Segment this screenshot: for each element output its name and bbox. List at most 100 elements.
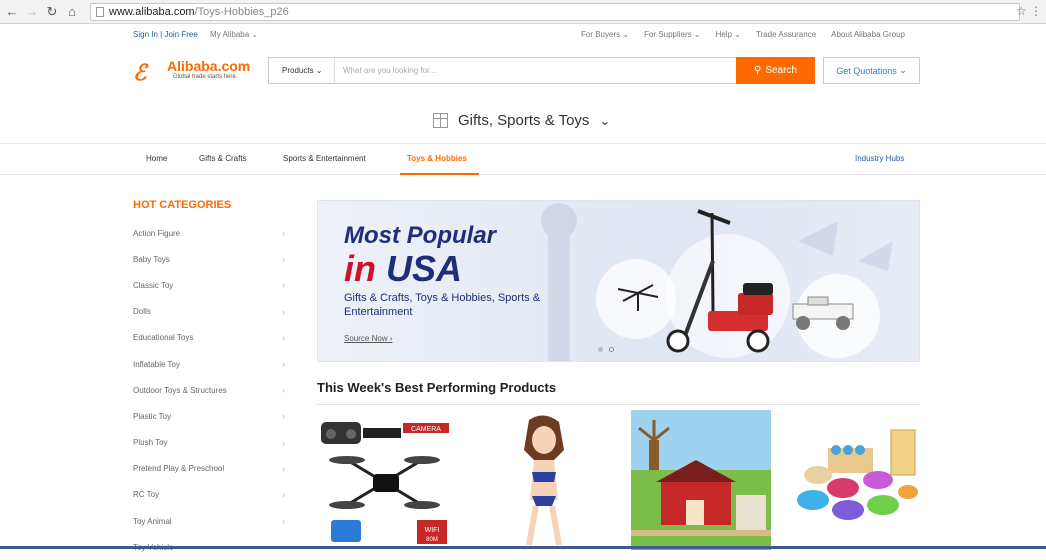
hot-category-item[interactable]: Action Figure › xyxy=(133,220,285,246)
bookmark-star-icon[interactable]: ☆ ⋮ xyxy=(1016,4,1042,18)
url-path: /Toys-Hobbies_p26 xyxy=(194,6,289,18)
address-bar[interactable]: www.alibaba.com/Toys-Hobbies_p26 xyxy=(90,3,1020,21)
nav-home[interactable]: Home xyxy=(146,154,167,163)
banner-subtitle: Gifts & Crafts, Toys & Hobbies, Sports &… xyxy=(344,292,541,318)
active-tab-underline xyxy=(400,173,479,175)
about-link[interactable]: About Alibaba Group xyxy=(831,30,905,39)
hot-category-label: Toy Animal xyxy=(133,516,172,526)
hot-category-label: Classic Toy xyxy=(133,280,174,290)
hot-category-label: RC Toy xyxy=(133,490,160,500)
hot-category-item[interactable]: Plush Toy › xyxy=(133,430,285,456)
alibaba-logo[interactable]: ℰ Alibaba.com Global trade starts here. xyxy=(133,57,263,85)
drone-image: CAMERA WIFI 80M xyxy=(321,422,449,544)
search-button[interactable]: ⚲ Search xyxy=(736,57,815,84)
hot-categories-list: Action Figure › Baby Toys › Classic Toy › Doll… xyxy=(133,220,285,560)
category-nav: Home Gifts & Crafts Sports & Entertainme… xyxy=(0,143,1046,175)
hot-category-label: Dolls xyxy=(133,307,151,317)
logo-tagline: Global trade starts here. xyxy=(173,74,238,80)
search-input[interactable] xyxy=(337,58,735,83)
hot-category-label: Plush Toy xyxy=(133,438,168,448)
kinetic-sand-image xyxy=(797,429,918,520)
farm-set-image xyxy=(631,410,771,550)
chevron-down-icon: ⌄ xyxy=(599,112,611,128)
section-heading[interactable]: Gifts, Sports & Toys ⌄ xyxy=(433,112,610,129)
for-suppliers-menu[interactable]: For Suppliers ⌄ xyxy=(644,30,701,39)
sign-in-link[interactable]: Sign In xyxy=(133,30,158,39)
trade-assurance-link[interactable]: Trade Assurance xyxy=(756,30,816,39)
carousel-dot-active[interactable] xyxy=(609,347,614,352)
for-buyers-menu[interactable]: For Buyers ⌄ xyxy=(581,30,629,39)
chevron-right-icon: › xyxy=(282,306,285,317)
hot-category-label: Plastic Toy xyxy=(133,411,172,421)
hot-category-item[interactable]: Toy Animal › xyxy=(133,508,285,534)
get-quotations-button[interactable]: Get Quotations ⌄ xyxy=(823,57,920,84)
promo-banner[interactable]: Most Popular in USA Gifts & Crafts, Toys… xyxy=(317,200,920,362)
product-kinetic-sand[interactable] xyxy=(788,410,928,550)
browser-toolbar: ← → ↻ ⌂ www.alibaba.com/Toys-Hobbies_p26… xyxy=(0,0,1046,24)
help-menu[interactable]: Help ⌄ xyxy=(716,30,741,39)
search-bar: Products ⌄ ⚲ Search xyxy=(268,57,815,84)
carousel-dots xyxy=(598,347,614,352)
hot-category-label: Pretend Play & Preschool xyxy=(133,464,225,474)
hot-category-label: Baby Toys xyxy=(133,254,170,264)
nav-toys-hobbies[interactable]: Toys & Hobbies xyxy=(407,154,467,163)
back-icon[interactable]: ← xyxy=(4,4,20,20)
product-row: CAMERA WIFI 80M xyxy=(317,404,920,550)
chevron-right-icon: › xyxy=(282,332,285,343)
nav-gifts-crafts[interactable]: Gifts & Crafts xyxy=(199,154,247,163)
nav-sports-entertainment[interactable]: Sports & Entertainment xyxy=(283,154,366,163)
wifi-label: WIFI xyxy=(425,527,440,534)
home-icon[interactable]: ⌂ xyxy=(64,4,80,20)
product-farm-set[interactable] xyxy=(631,410,771,550)
product-figure[interactable] xyxy=(474,410,614,550)
chevron-right-icon: › xyxy=(282,280,285,291)
best-products-title: This Week's Best Performing Products xyxy=(317,380,557,395)
my-alibaba-menu[interactable]: My Alibaba xyxy=(210,30,249,39)
chevron-right-icon: › xyxy=(282,411,285,422)
chevron-right-icon: › xyxy=(282,463,285,474)
figure-image xyxy=(524,415,564,546)
chevron-right-icon: › xyxy=(282,516,285,527)
hot-category-item[interactable]: Plastic Toy › xyxy=(133,403,285,429)
hot-category-item[interactable]: Pretend Play & Preschool › xyxy=(133,456,285,482)
page-icon xyxy=(96,7,104,17)
chevron-down-icon: ⌄ xyxy=(249,30,259,39)
chevron-right-icon: › xyxy=(282,489,285,500)
hot-category-item[interactable]: Baby Toys › xyxy=(133,246,285,272)
reload-icon[interactable]: ↻ xyxy=(44,4,60,20)
top-utility-bar: Sign In | Join Free My Alibaba ⌄ For Buy… xyxy=(133,30,905,39)
gift-icon xyxy=(433,113,448,128)
hot-category-item[interactable]: Dolls › xyxy=(133,299,285,325)
hot-category-label: Action Figure xyxy=(133,228,181,238)
section-title: Gifts, Sports & Toys xyxy=(458,112,590,129)
chevron-right-icon: › xyxy=(282,228,285,239)
wifi-range-label: 80M xyxy=(426,537,438,543)
hot-category-label: Outdoor Toys & Structures xyxy=(133,385,227,395)
forward-icon[interactable]: → xyxy=(24,4,40,20)
banner-headline: Most Popular xyxy=(344,222,497,249)
carousel-dot[interactable] xyxy=(598,347,603,352)
search-icon: ⚲ xyxy=(753,65,762,76)
hot-category-item[interactable]: Inflatable Toy › xyxy=(133,351,285,377)
search-category-select[interactable]: Products ⌄ xyxy=(269,58,335,83)
logo-mark-icon: ℰ xyxy=(133,60,147,85)
hot-category-item[interactable]: Outdoor Toys & Structures › xyxy=(133,377,285,403)
hot-category-label: Inflatable Toy xyxy=(133,359,180,369)
chevron-right-icon: › xyxy=(282,437,285,448)
product-drone[interactable]: CAMERA WIFI 80M xyxy=(317,410,457,550)
camera-label: CAMERA xyxy=(411,426,441,433)
join-free-link[interactable]: Join Free xyxy=(164,30,197,39)
search-button-label: Search xyxy=(765,65,797,76)
industry-hubs-link[interactable]: Industry Hubs xyxy=(855,154,904,163)
hot-category-item[interactable]: RC Toy › xyxy=(133,482,285,508)
hot-category-item[interactable]: Classic Toy › xyxy=(133,272,285,298)
logo-brand: Alibaba.com xyxy=(167,58,251,74)
hot-category-label: Educational Toys xyxy=(133,333,194,343)
chevron-right-icon: › xyxy=(282,254,285,265)
banner-headline-2: in USA xyxy=(344,248,463,289)
source-now-link[interactable]: Source Now › xyxy=(344,334,392,343)
chevron-right-icon: › xyxy=(282,385,285,396)
hot-category-item[interactable]: Educational Toys › xyxy=(133,325,285,351)
chevron-right-icon: › xyxy=(282,359,285,370)
hot-categories-title: HOT CATEGORIES xyxy=(133,199,232,211)
